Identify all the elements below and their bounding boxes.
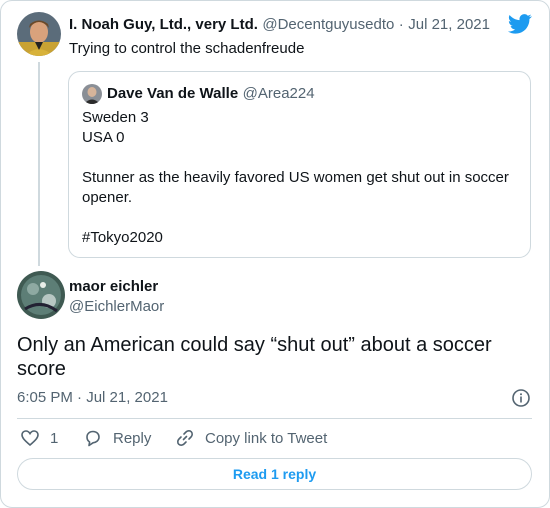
divider bbox=[17, 418, 532, 419]
main-tweet-text-line-1: Only an American could say “shut out” ab… bbox=[17, 334, 492, 356]
main-display-name[interactable]: maor eichler bbox=[69, 278, 158, 295]
quoted-line: USA 0 bbox=[82, 129, 125, 146]
read-replies-label: Read 1 reply bbox=[232, 466, 317, 482]
main-tweet-timestamp[interactable]: 6:05 PM · Jul 21, 2021 bbox=[17, 389, 168, 406]
parent-handle[interactable]: @Decentguyusedto bbox=[262, 16, 394, 33]
parent-author-avatar[interactable] bbox=[17, 12, 61, 56]
like-action[interactable]: 1 bbox=[20, 428, 58, 448]
quoted-line: opener. bbox=[82, 189, 133, 206]
quoted-tweet[interactable]: Dave Van de Walle @Area224 Sweden 3 USA … bbox=[68, 71, 531, 258]
quoted-handle: @Area224 bbox=[242, 85, 315, 102]
parent-date[interactable]: Jul 21, 2021 bbox=[408, 16, 490, 33]
quoted-author-avatar bbox=[82, 84, 102, 104]
link-icon bbox=[177, 430, 193, 446]
reply-label: Reply bbox=[113, 429, 152, 447]
info-icon[interactable] bbox=[511, 388, 531, 408]
read-replies-button[interactable]: Read 1 reply bbox=[17, 458, 532, 490]
parent-display-name[interactable]: I. Noah Guy, Ltd., very Ltd. bbox=[69, 16, 258, 33]
main-handle[interactable]: @EichlerMaor bbox=[69, 298, 164, 315]
twitter-bird-icon[interactable] bbox=[507, 14, 532, 34]
reply-icon bbox=[86, 430, 100, 447]
reply-action[interactable]: Reply bbox=[83, 428, 151, 448]
quoted-line: Sweden 3 bbox=[82, 109, 149, 126]
thread-connector-line bbox=[38, 62, 40, 266]
quoted-display-name: Dave Van de Walle bbox=[107, 85, 239, 102]
parent-separator: · bbox=[398, 16, 404, 33]
quoted-line: Stunner as the heavily favored US women … bbox=[82, 169, 509, 186]
copy-link-action[interactable]: Copy link to Tweet bbox=[175, 428, 327, 448]
parent-tweet-text: Trying to control the schadenfreude bbox=[69, 40, 305, 57]
copy-link-label: Copy link to Tweet bbox=[205, 429, 328, 447]
main-author-avatar[interactable] bbox=[17, 271, 65, 319]
quoted-hashtag[interactable]: #Tokyo2020 bbox=[82, 229, 163, 246]
like-count: 1 bbox=[50, 429, 59, 447]
main-tweet-text-line-2: score bbox=[17, 358, 66, 380]
heart-icon bbox=[21, 430, 39, 447]
